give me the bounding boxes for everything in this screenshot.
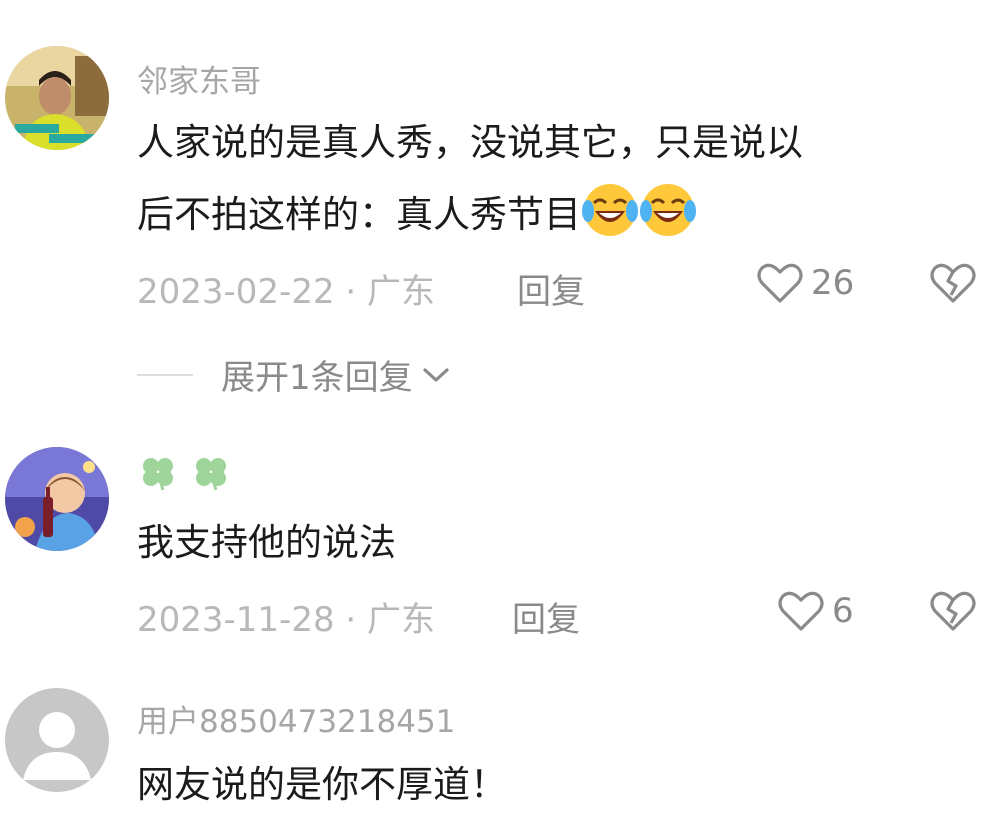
comment-text-line: 后不拍这样的：真人秀节目 bbox=[137, 193, 581, 236]
heart-icon bbox=[757, 263, 803, 303]
avatar[interactable] bbox=[5, 447, 109, 551]
comment-text-line: 我支持他的说法 bbox=[137, 521, 396, 564]
laughing-crying-emoji-icon bbox=[639, 181, 697, 239]
laughing-crying-emoji-icon bbox=[581, 181, 639, 239]
like-count: 26 bbox=[811, 263, 855, 303]
comment-item: 用户8850473218451 网友说的是你不厚道！ bbox=[0, 680, 985, 825]
chevron-down-icon bbox=[423, 367, 449, 382]
broken-heart-icon bbox=[930, 591, 976, 631]
expand-replies[interactable]: 展开1条回复 bbox=[137, 350, 451, 399]
default-avatar-icon bbox=[5, 688, 109, 792]
username[interactable]: 邻家东哥 bbox=[137, 56, 261, 101]
avatar[interactable] bbox=[5, 688, 109, 792]
username[interactable]: 用户8850473218451 bbox=[137, 696, 455, 741]
expand-replies-label: 展开1条回复 bbox=[221, 358, 413, 398]
comment-item: 我支持他的说法 2023-11-28 · 广东 回复 6 bbox=[0, 420, 985, 680]
avatar-image bbox=[5, 46, 109, 150]
date-location: 2023-02-22 · 广东 bbox=[137, 272, 436, 312]
heart-icon bbox=[778, 591, 824, 631]
divider bbox=[137, 373, 193, 376]
like-button[interactable]: 26 bbox=[757, 262, 854, 304]
avatar[interactable] bbox=[5, 46, 109, 150]
comment-text-line: 网友说的是你不厚道！ bbox=[137, 763, 507, 806]
avatar-image bbox=[5, 447, 109, 551]
like-button[interactable]: 6 bbox=[778, 590, 854, 632]
comment-text: 后不拍这样的：真人秀节目 bbox=[137, 180, 697, 250]
comment-text: 网友说的是你不厚道！ bbox=[137, 750, 507, 820]
broken-heart-icon bbox=[930, 263, 976, 303]
comment-text: 我支持他的说法 bbox=[137, 508, 396, 578]
dislike-button[interactable] bbox=[930, 262, 976, 308]
comment-item: 邻家东哥 人家说的是真人秀，没说其它，只是说以 后不拍这样的：真人秀节目 202… bbox=[0, 0, 985, 420]
reply-button[interactable]: 回复 bbox=[512, 592, 580, 641]
like-count: 6 bbox=[832, 591, 854, 631]
date-location: 2023-11-28 · 广东 bbox=[137, 600, 436, 640]
clover-icon bbox=[190, 452, 232, 494]
username-clovers[interactable] bbox=[137, 452, 238, 498]
comment-text-line: 人家说的是真人秀，没说其它，只是说以 bbox=[137, 121, 803, 164]
dislike-button[interactable] bbox=[930, 590, 976, 636]
reply-button[interactable]: 回复 bbox=[517, 264, 585, 313]
clover-icon bbox=[137, 452, 179, 494]
comment-text: 人家说的是真人秀，没说其它，只是说以 bbox=[137, 108, 803, 178]
